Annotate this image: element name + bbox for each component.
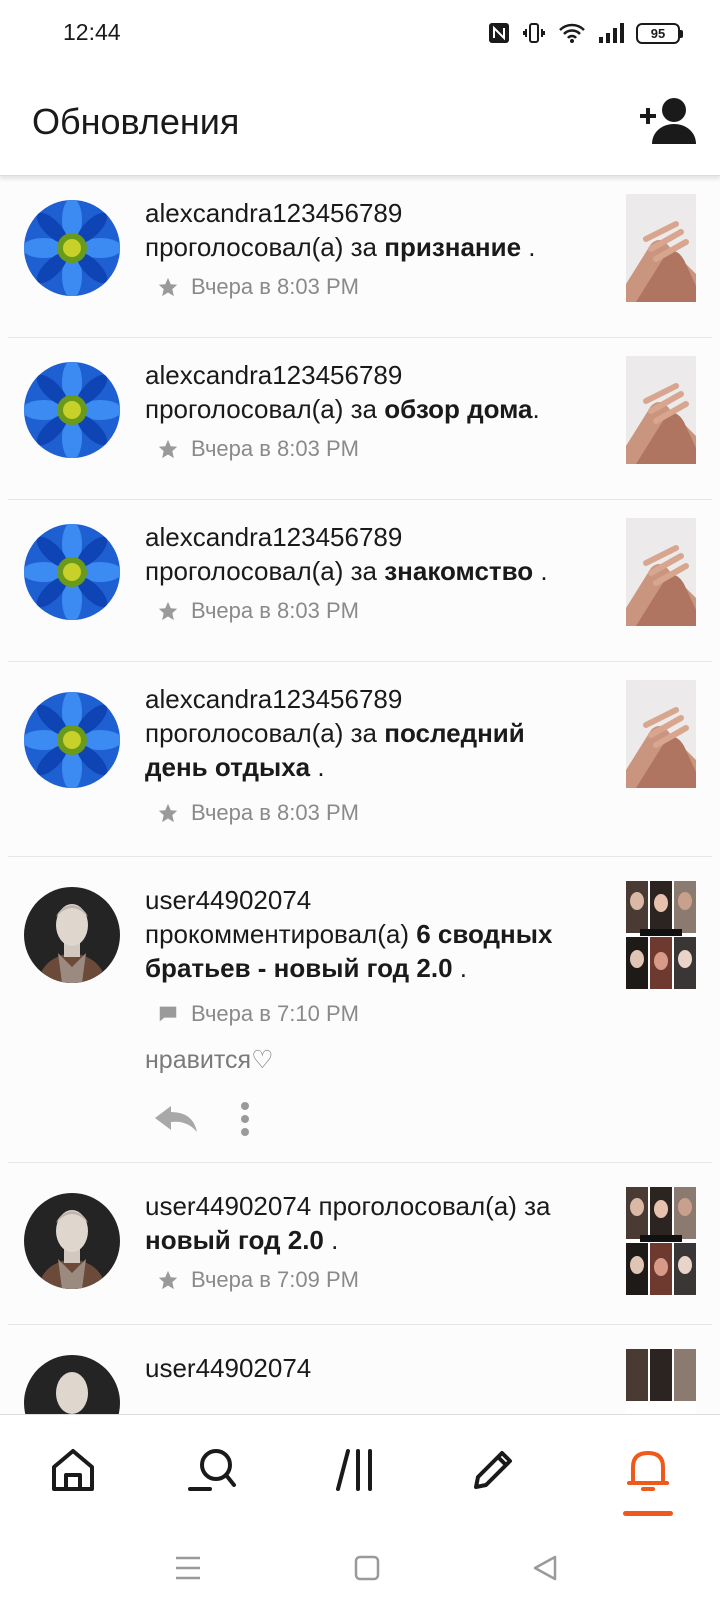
story-cover[interactable] — [626, 1349, 696, 1414]
username[interactable]: user44902074 — [145, 883, 592, 917]
activity-text: user44902074 проголосовал(а) за — [145, 1191, 551, 1221]
home-icon[interactable] — [48, 1445, 98, 1495]
activity-text: проголосовал(а) за знакомство . — [145, 556, 548, 586]
story-link[interactable]: последний — [384, 718, 525, 748]
star-icon — [158, 439, 178, 459]
more-options-icon[interactable] — [239, 1101, 251, 1137]
star-icon — [158, 277, 178, 297]
activity-meta: Вчера в 8:03 PM — [157, 796, 592, 830]
username[interactable]: alexcandra123456789 — [145, 520, 592, 554]
activity-text: прокомментировал(а) 6 сводных — [145, 919, 553, 949]
story-link[interactable]: обзор дома — [384, 394, 532, 424]
updates-feed: alexcandra123456789 проголосовал(а) за п… — [0, 176, 720, 1414]
activity-meta: Вчера в 7:09 PM — [157, 1263, 592, 1297]
library-icon[interactable] — [332, 1445, 382, 1495]
story-cover[interactable] — [626, 518, 696, 626]
status-time: 12:44 — [63, 19, 121, 45]
feed-item[interactable]: user44902074 — [8, 1325, 712, 1414]
avatar[interactable] — [24, 887, 120, 983]
feed-item[interactable]: alexcandra123456789 проголосовал(а) за п… — [8, 176, 712, 338]
write-icon[interactable] — [468, 1445, 518, 1495]
status-icons: 95 — [488, 20, 683, 46]
username[interactable]: alexcandra123456789 — [145, 358, 592, 392]
timestamp: Вчера в 7:10 PM — [191, 1001, 359, 1026]
vibrate-icon — [523, 23, 545, 43]
activity-text: проголосовал(а) за последний — [145, 718, 525, 748]
timestamp: Вчера в 8:03 PM — [191, 598, 359, 623]
battery-icon: 95 — [636, 22, 683, 44]
star-icon — [158, 1270, 178, 1290]
avatar[interactable] — [24, 692, 120, 788]
menu-icon[interactable] — [168, 1548, 208, 1588]
signal-icon — [599, 23, 624, 43]
back-triangle-icon[interactable] — [525, 1548, 565, 1588]
feed-item[interactable]: user44902074 проголосовал(а) за новый го… — [8, 1163, 712, 1325]
reply-icon[interactable] — [153, 1104, 199, 1134]
avatar[interactable] — [24, 524, 120, 620]
timestamp: Вчера в 8:03 PM — [191, 800, 359, 825]
activity-meta: Вчера в 8:03 PM — [157, 432, 592, 466]
home-square-icon[interactable] — [347, 1548, 387, 1588]
avatar[interactable] — [24, 200, 120, 296]
story-link[interactable]: 6 сводных — [416, 919, 552, 949]
timestamp: Вчера в 8:03 PM — [191, 436, 359, 461]
avatar[interactable] — [24, 362, 120, 458]
activity-text-cont: братьев - новый год 2.0 . — [145, 953, 467, 983]
timestamp: Вчера в 7:09 PM — [191, 1267, 359, 1292]
username[interactable]: user44902074 — [145, 1351, 592, 1385]
bottom-navigation — [0, 1414, 720, 1524]
username[interactable]: user44902074 — [145, 1191, 311, 1221]
activity-meta: Вчера в 8:03 PM — [157, 594, 592, 628]
timestamp: Вчера в 8:03 PM — [191, 274, 359, 299]
search-icon[interactable] — [188, 1445, 238, 1495]
page-title: Обновления — [32, 101, 240, 142]
comment-actions — [153, 1101, 592, 1137]
story-cover[interactable] — [626, 356, 696, 464]
system-navigation — [0, 1524, 720, 1612]
story-cover[interactable] — [626, 1187, 696, 1295]
app-header: Обновления — [0, 66, 720, 176]
feed-item[interactable]: alexcandra123456789 проголосовал(а) за о… — [8, 338, 712, 500]
comment-icon — [159, 1006, 177, 1022]
story-cover[interactable] — [626, 194, 696, 302]
active-tab-indicator — [623, 1511, 673, 1516]
activity-text: проголосовал(а) за признание . — [145, 232, 536, 262]
activity-meta: Вчера в 8:03 PM — [157, 270, 592, 304]
notifications-icon[interactable] — [623, 1445, 673, 1495]
activity-meta: Вчера в 7:10 PM — [157, 997, 592, 1031]
activity-text: проголосовал(а) за обзор дома. — [145, 394, 540, 424]
activity-text-cont: новый год 2.0 . — [145, 1225, 339, 1255]
username[interactable]: alexcandra123456789 — [145, 196, 592, 230]
story-link[interactable]: новый год 2.0 — [145, 1225, 324, 1255]
activity-text-cont: день отдыха . — [145, 752, 325, 782]
comment-text: нравится♡ — [145, 1046, 274, 1074]
story-cover[interactable] — [626, 881, 696, 989]
story-cover[interactable] — [626, 680, 696, 788]
add-person-icon[interactable] — [638, 96, 696, 146]
username[interactable]: alexcandra123456789 — [145, 682, 592, 716]
star-icon — [158, 601, 178, 621]
star-icon — [158, 803, 178, 823]
status-bar: 12:44 95 — [0, 0, 720, 66]
wifi-icon — [559, 23, 585, 43]
avatar[interactable] — [24, 1193, 120, 1289]
nfc-icon — [489, 23, 509, 43]
story-link[interactable]: знакомство — [384, 556, 533, 586]
feed-item[interactable]: user44902074 прокомментировал(а) 6 сводн… — [8, 857, 712, 1163]
story-link-cont[interactable]: братьев - новый год 2.0 — [145, 953, 453, 983]
feed-item[interactable]: alexcandra123456789 проголосовал(а) за з… — [8, 500, 712, 662]
story-link-cont[interactable]: день отдыха — [145, 752, 310, 782]
story-link[interactable]: признание — [384, 232, 521, 262]
feed-item[interactable]: alexcandra123456789 проголосовал(а) за п… — [8, 662, 712, 857]
avatar[interactable] — [24, 1355, 120, 1414]
